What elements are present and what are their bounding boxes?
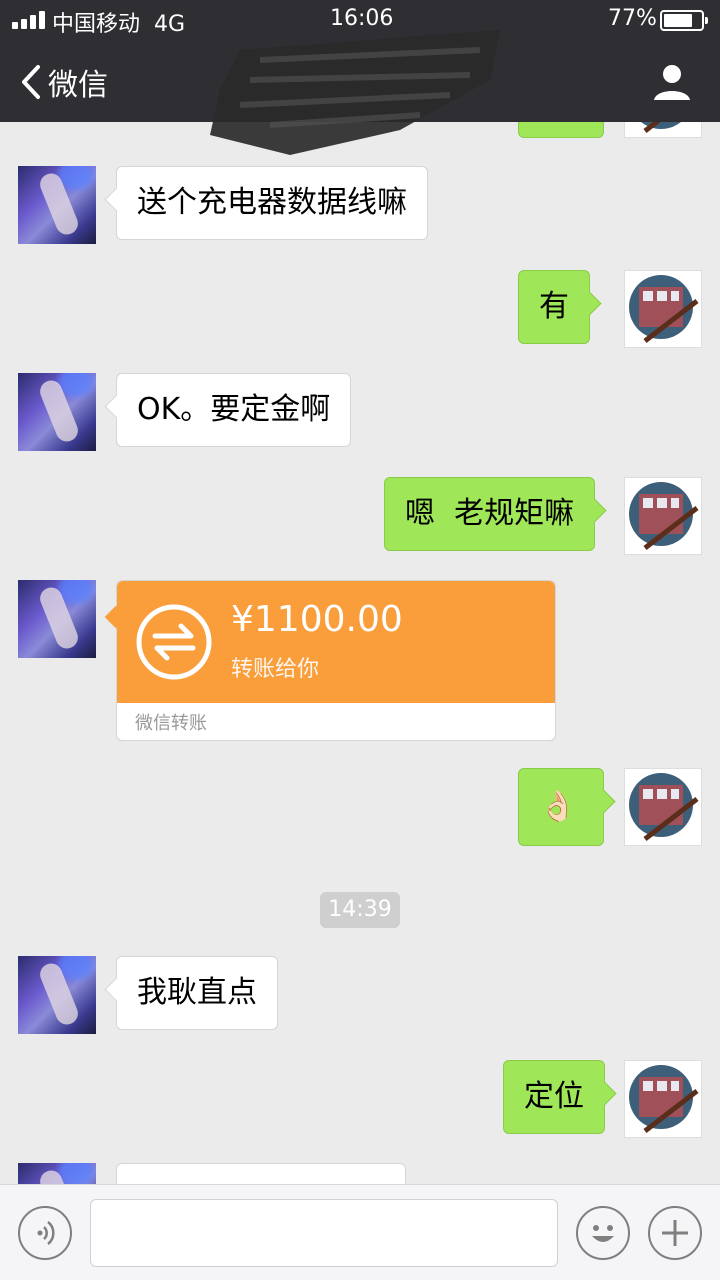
message-bubble-incoming-partial[interactable] [116,1163,406,1184]
contact-avatar[interactable] [18,166,96,244]
contact-avatar[interactable] [18,580,96,658]
person-icon[interactable] [650,60,694,104]
message-bubble-incoming[interactable]: OK。要定金啊 [116,373,352,447]
my-avatar[interactable] [624,1060,702,1138]
chat-area[interactable]: 送个充电器数据线嘛 有 OK。要定金啊 嗯 老规矩嘛 ¥1100.00 转账给你… [0,122,720,1184]
transfer-amount: ¥1100.00 [231,599,403,640]
plus-button[interactable] [648,1206,702,1260]
voice-icon [37,1221,55,1245]
message-bubble-outgoing[interactable]: 嗯 老规矩嘛 [384,477,596,551]
my-avatar[interactable] [624,768,702,846]
back-button[interactable]: 微信 [18,60,118,104]
message-input[interactable] [90,1199,558,1267]
transfer-footer: 微信转账 [135,713,207,734]
emoji-button[interactable] [576,1206,630,1260]
redaction-scribble [210,30,500,155]
chevron-left-icon [22,65,40,99]
contact-avatar-partial[interactable] [18,1163,96,1184]
message-bubble-incoming[interactable]: 我耿直点 [116,956,278,1030]
message-bubble-outgoing-partial[interactable] [518,122,604,138]
transfer-arrows-icon [136,604,212,680]
carrier-label: 中国移动 4G [52,12,186,37]
contact-avatar[interactable] [18,373,96,451]
transfer-subtitle: 转账给你 [231,657,320,682]
input-bar [0,1184,720,1280]
timestamp-label: 14:39 [320,892,400,928]
battery-icon [660,10,708,31]
my-avatar[interactable] [624,477,702,555]
signal-icon [12,11,46,29]
message-bubble-incoming[interactable]: 送个充电器数据线嘛 [116,166,428,240]
emoji-icon [592,1225,614,1242]
message-bubble-outgoing[interactable]: 👌🏻 [518,768,604,846]
voice-button[interactable] [18,1206,72,1260]
transfer-card[interactable]: ¥1100.00 转账给你 微信转账 [116,580,556,741]
battery-percent: 77% [608,6,657,31]
my-avatar[interactable] [624,270,702,348]
message-bubble-outgoing[interactable]: 有 [518,270,590,344]
network-type: 4G [154,12,186,37]
my-avatar[interactable] [624,122,702,138]
contact-avatar[interactable] [18,956,96,1034]
plus-icon [662,1220,688,1246]
message-bubble-outgoing[interactable]: 定位 [503,1060,605,1134]
back-label: 微信 [48,68,108,103]
